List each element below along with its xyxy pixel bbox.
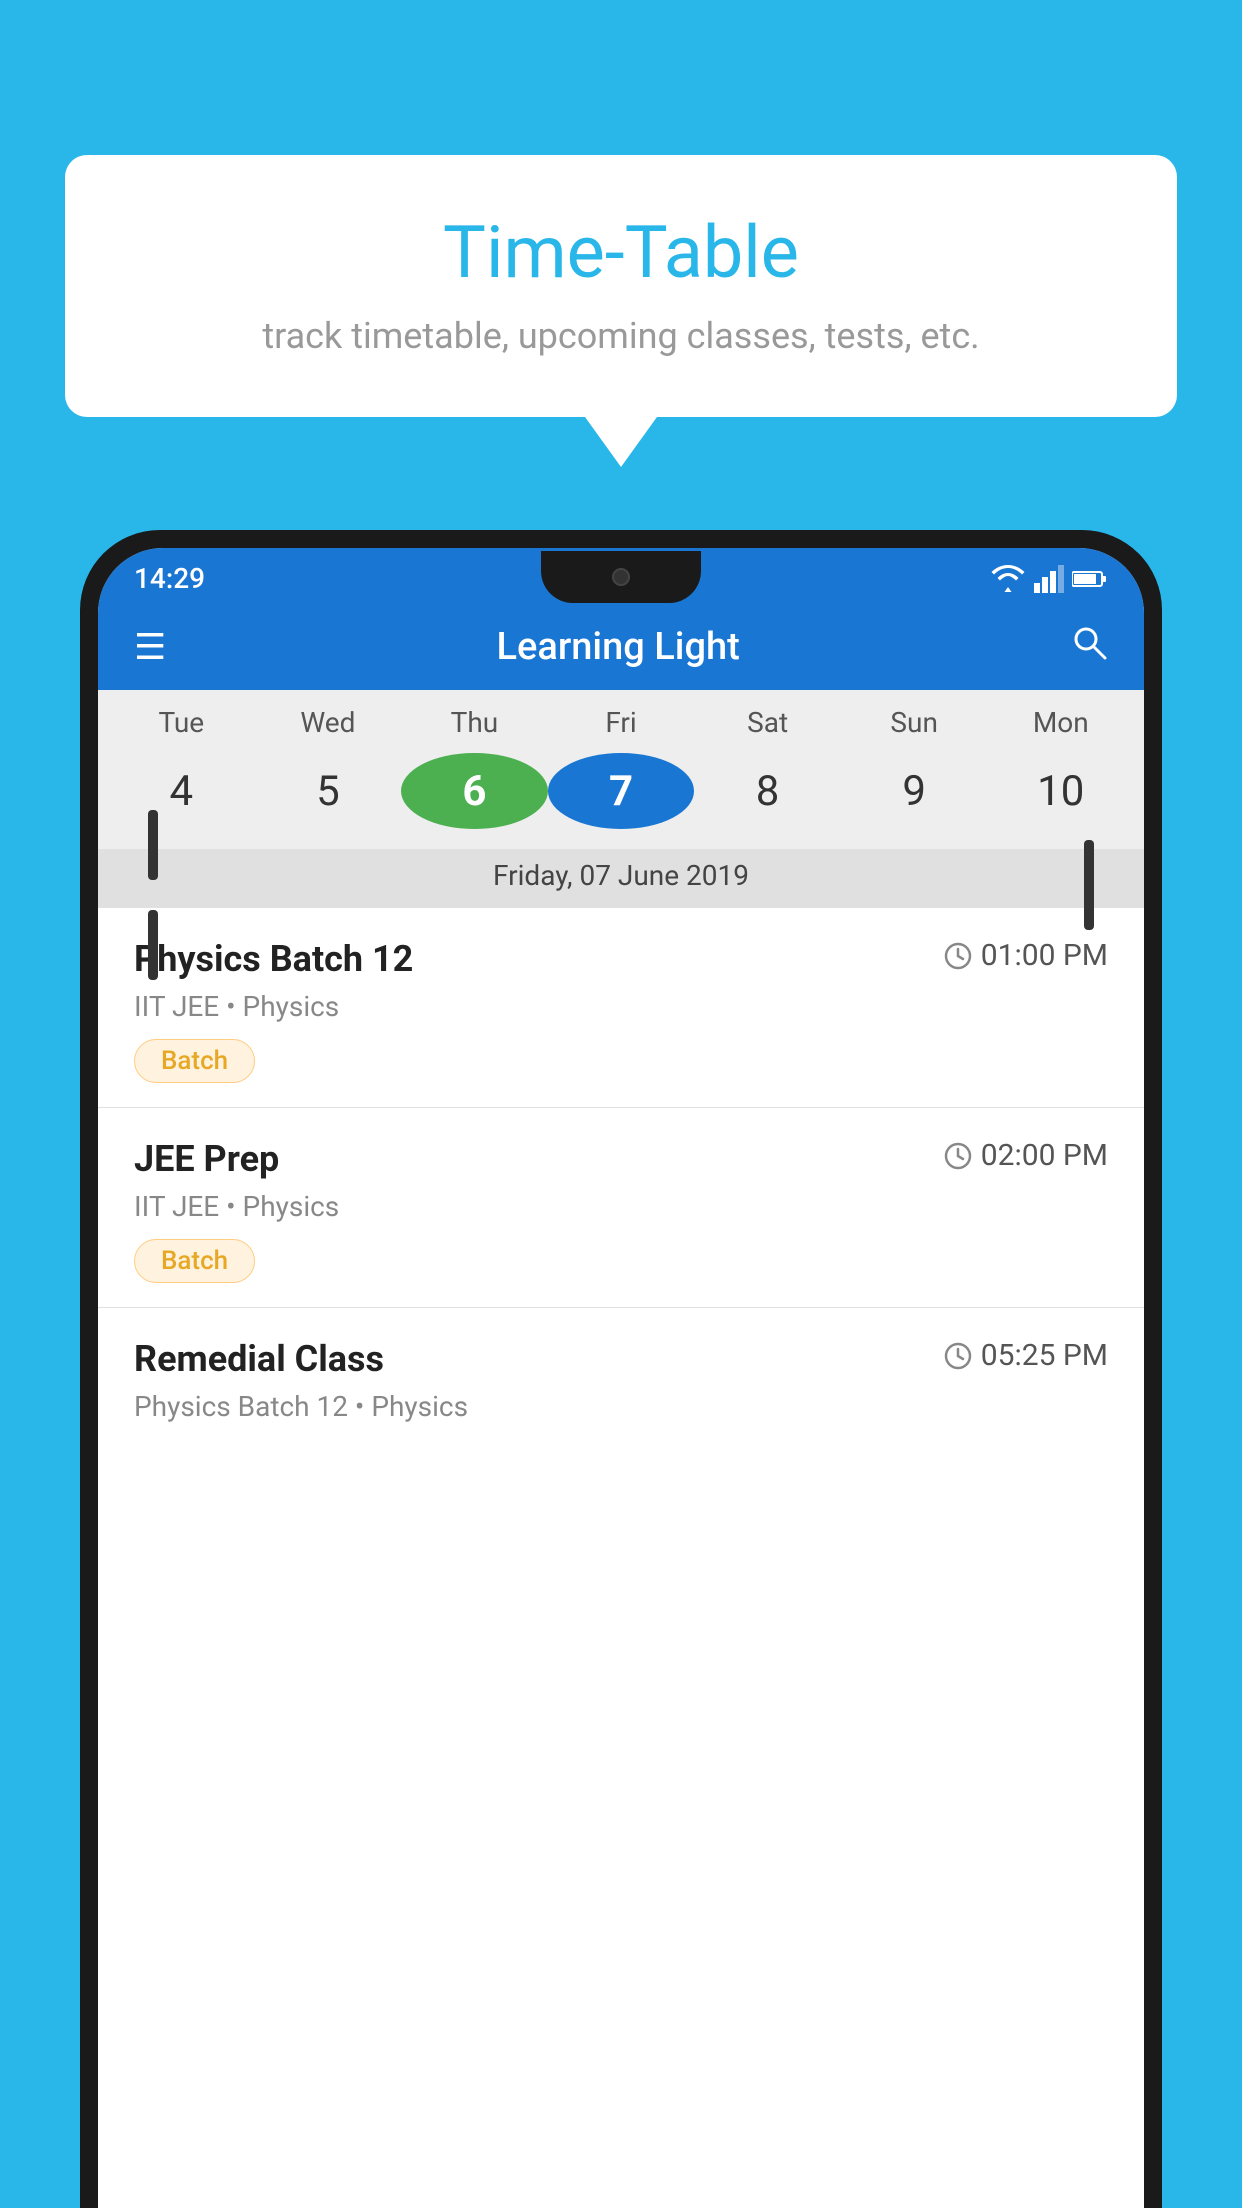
phone-mockup: 14:29 bbox=[80, 530, 1162, 2208]
schedule-item-3-sub: Physics Batch 12 • Physics bbox=[134, 1390, 1108, 1423]
calendar-strip: Tue Wed Thu Fri Sat Sun Mon 4 5 6 7 8 9 … bbox=[98, 690, 1144, 908]
day-5[interactable]: 5 bbox=[255, 751, 402, 831]
speech-bubble-title: Time-Table bbox=[125, 210, 1117, 295]
phone-outer: 14:29 bbox=[80, 530, 1162, 2208]
schedule-item-2-title: JEE Prep bbox=[134, 1138, 279, 1180]
hamburger-icon[interactable]: ☰ bbox=[134, 626, 166, 668]
power-button bbox=[1084, 840, 1094, 930]
schedule-item-2-time: 02:00 PM bbox=[943, 1138, 1108, 1173]
battery-icon bbox=[1072, 569, 1108, 589]
selected-date-label: Friday, 07 June 2019 bbox=[98, 849, 1144, 908]
schedule-item-2-time-value: 02:00 PM bbox=[981, 1138, 1108, 1173]
clock-icon-2 bbox=[943, 1141, 973, 1171]
schedule-list: Physics Batch 12 01:00 PM IIT JEE • Phys… bbox=[98, 908, 1144, 2208]
day-4[interactable]: 4 bbox=[108, 751, 255, 831]
speech-bubble: Time-Table track timetable, upcoming cla… bbox=[65, 155, 1177, 417]
day-name-mon: Mon bbox=[987, 706, 1134, 739]
schedule-item-3[interactable]: Remedial Class 05:25 PM Physics Batch 12… bbox=[98, 1308, 1144, 1449]
day-numbers-row: 4 5 6 7 8 9 10 bbox=[98, 751, 1144, 849]
volume-up-button bbox=[148, 810, 158, 880]
schedule-item-3-title: Remedial Class bbox=[134, 1338, 384, 1380]
schedule-item-1-sub: IIT JEE • Physics bbox=[134, 990, 1108, 1023]
schedule-item-3-header: Remedial Class 05:25 PM bbox=[134, 1338, 1108, 1380]
schedule-item-3-time-value: 05:25 PM bbox=[981, 1338, 1108, 1373]
clock-icon-3 bbox=[943, 1341, 973, 1371]
schedule-item-3-time: 05:25 PM bbox=[943, 1338, 1108, 1373]
schedule-item-2-badge: Batch bbox=[134, 1239, 255, 1283]
speech-bubble-subtitle: track timetable, upcoming classes, tests… bbox=[125, 315, 1117, 357]
app-bar-title: Learning Light bbox=[496, 625, 739, 669]
day-10[interactable]: 10 bbox=[987, 751, 1134, 831]
schedule-item-2[interactable]: JEE Prep 02:00 PM IIT JEE • Physics Batc… bbox=[98, 1108, 1144, 1308]
schedule-item-1-header: Physics Batch 12 01:00 PM bbox=[134, 938, 1108, 980]
day-6-today[interactable]: 6 bbox=[401, 753, 548, 829]
speech-bubble-container: Time-Table track timetable, upcoming cla… bbox=[65, 155, 1177, 467]
notch bbox=[541, 551, 701, 603]
signal-icon bbox=[1034, 565, 1064, 593]
day-name-fri: Fri bbox=[548, 706, 695, 739]
schedule-item-2-header: JEE Prep 02:00 PM bbox=[134, 1138, 1108, 1180]
schedule-item-2-sub: IIT JEE • Physics bbox=[134, 1190, 1108, 1223]
app-bar: ☰ Learning Light bbox=[98, 603, 1144, 690]
volume-down-button bbox=[148, 910, 158, 980]
day-name-tue: Tue bbox=[108, 706, 255, 739]
search-icon[interactable] bbox=[1070, 623, 1108, 670]
day-9[interactable]: 9 bbox=[841, 751, 988, 831]
status-time: 14:29 bbox=[134, 562, 205, 595]
schedule-item-1-badge: Batch bbox=[134, 1039, 255, 1083]
schedule-item-1-time: 01:00 PM bbox=[943, 938, 1108, 973]
day-names-row: Tue Wed Thu Fri Sat Sun Mon bbox=[98, 706, 1144, 751]
day-name-wed: Wed bbox=[255, 706, 402, 739]
status-icons bbox=[990, 565, 1108, 593]
phone-screen: 14:29 bbox=[98, 548, 1144, 2208]
day-name-sat: Sat bbox=[694, 706, 841, 739]
schedule-item-1-time-value: 01:00 PM bbox=[981, 938, 1108, 973]
clock-icon-1 bbox=[943, 941, 973, 971]
camera-dot bbox=[612, 568, 630, 586]
day-name-sun: Sun bbox=[841, 706, 988, 739]
day-7-selected[interactable]: 7 bbox=[548, 753, 695, 829]
day-8[interactable]: 8 bbox=[694, 751, 841, 831]
schedule-item-1-title: Physics Batch 12 bbox=[134, 938, 413, 980]
day-name-thu: Thu bbox=[401, 706, 548, 739]
speech-bubble-tail bbox=[585, 417, 657, 467]
schedule-item-1[interactable]: Physics Batch 12 01:00 PM IIT JEE • Phys… bbox=[98, 908, 1144, 1108]
wifi-icon bbox=[990, 565, 1026, 593]
